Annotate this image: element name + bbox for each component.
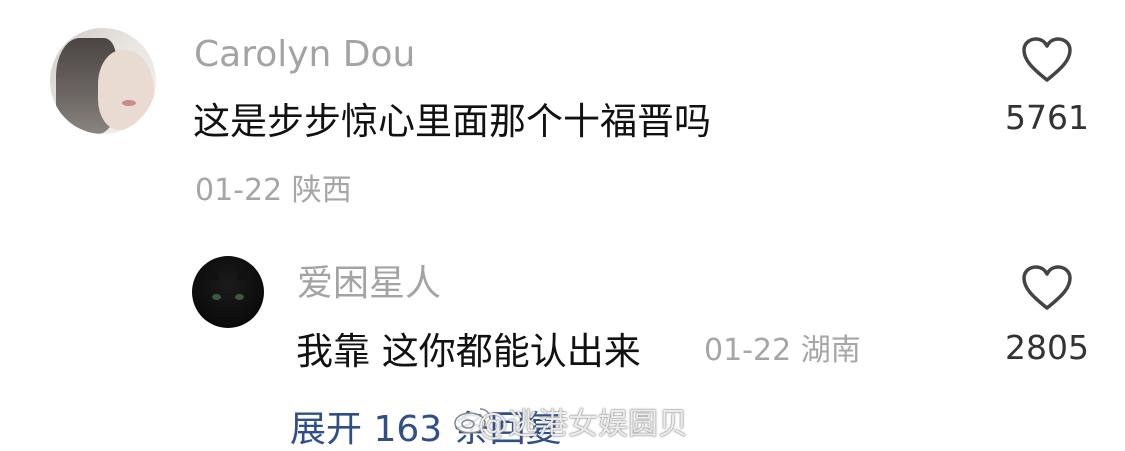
cat-ear-right [236, 262, 256, 280]
comment-date: 01-22 [195, 173, 283, 208]
comment-location: 陕西 [291, 173, 352, 208]
avatar-lip [122, 100, 136, 106]
reply-like-count: 2805 [1005, 328, 1089, 367]
comment-like-count: 5761 [1005, 98, 1089, 137]
reply-meta: 01-22 湖南 [704, 336, 861, 366]
reply-text: 我靠 这你都能认出来 [296, 330, 641, 373]
reply-avatar[interactable] [192, 256, 264, 328]
cat-eye-left [212, 294, 221, 300]
heart-outline-icon[interactable] [1020, 36, 1074, 84]
comment-meta: 01-22 陕西 [195, 176, 352, 206]
cat-ear-left [200, 262, 220, 280]
comment-text: 这是步步惊心里面那个十福晋吗 [193, 100, 711, 143]
cat-eye-right [235, 294, 244, 300]
avatar[interactable] [50, 28, 156, 134]
reply-date: 01-22 [704, 333, 792, 368]
comment-username[interactable]: Carolyn Dou [194, 37, 415, 73]
reply-location: 湖南 [800, 333, 861, 368]
heart-outline-icon[interactable] [1020, 264, 1074, 312]
watermark-text: @逃港女娱圆贝 [478, 407, 688, 442]
avatar-face [98, 50, 154, 130]
reply-username[interactable]: 爱困星人 [297, 266, 441, 302]
